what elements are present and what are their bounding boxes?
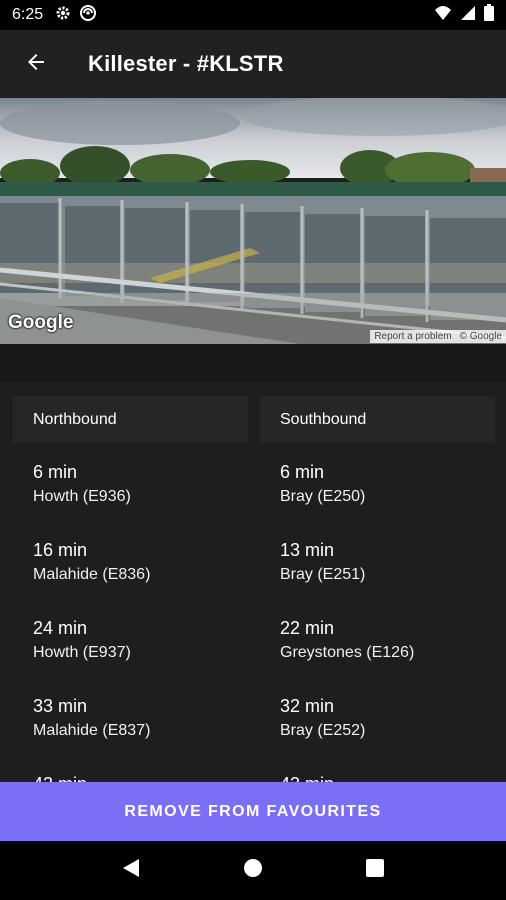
departure-minutes: 16 min [33, 540, 88, 560]
nav-recents-button[interactable] [355, 851, 395, 891]
departure-destination: Howth (E937) [33, 644, 131, 661]
departure-item[interactable]: 6 min Howth (E936) [13, 443, 248, 521]
departure-destination: Bray (E250) [280, 488, 366, 505]
departure-item[interactable]: 13 min Bray (E251) [260, 521, 495, 599]
southbound-header: Southbound [260, 396, 495, 443]
northbound-column: Northbound 6 min Howth (E936) 16 min Mal… [13, 396, 248, 782]
home-circle-icon [243, 858, 263, 883]
app-bar: Killester - #KLSTR [0, 30, 506, 98]
gear-icon [55, 5, 71, 26]
page-title: Killester - #KLSTR [88, 51, 284, 76]
departure-minutes: 33 min [33, 696, 88, 716]
departure-minutes: 24 min [33, 618, 88, 638]
departure-item[interactable]: 24 min Howth (E937) [13, 599, 248, 677]
departure-minutes: 6 min [33, 462, 78, 482]
status-time: 6:25 [12, 6, 44, 23]
departure-item[interactable]: 16 min Malahide (E836) [13, 521, 248, 599]
departures-panel: Northbound 6 min Howth (E936) 16 min Mal… [0, 382, 506, 782]
remove-favourite-button[interactable]: REMOVE FROM FAVOURITES [0, 782, 506, 841]
divider-strip [0, 344, 506, 382]
departure-item[interactable]: 32 min Bray (E252) [260, 677, 495, 755]
status-bar: 6:25 [0, 0, 506, 30]
street-view-image[interactable]: Google Report a problem © Google [0, 98, 506, 344]
system-nav-bar [0, 841, 506, 900]
departure-destination: Bray (E251) [280, 566, 366, 583]
departure-destination: Malahide (E836) [33, 566, 151, 583]
nav-home-button[interactable] [233, 851, 273, 891]
departure-destination: Bray (E252) [280, 722, 366, 739]
departure-minutes: 13 min [280, 540, 335, 560]
battery-icon [484, 4, 494, 26]
recents-square-icon [366, 859, 384, 882]
departure-destination: Howth (E936) [33, 488, 131, 505]
wifi-icon [434, 5, 452, 26]
northbound-header: Northbound [13, 396, 248, 443]
departure-destination: Malahide (E837) [33, 722, 151, 739]
departure-item[interactable]: 6 min Bray (E250) [260, 443, 495, 521]
back-button[interactable] [8, 36, 64, 92]
departure-item[interactable]: 43 min [260, 755, 495, 782]
southbound-column: Southbound 6 min Bray (E250) 13 min Bray… [260, 396, 495, 782]
back-triangle-icon [122, 858, 140, 883]
departure-minutes: 32 min [280, 696, 335, 716]
departure-minutes: 43 min [280, 773, 495, 782]
sync-icon [79, 4, 97, 27]
report-problem-link[interactable]: Report a problem [374, 331, 451, 342]
signal-icon [460, 5, 476, 26]
arrow-left-icon [24, 50, 48, 79]
street-view-attribution: Report a problem © Google [370, 330, 506, 343]
departure-item[interactable]: 22 min Greystones (E126) [260, 599, 495, 677]
departure-minutes: 22 min [280, 618, 335, 638]
departure-item[interactable]: 43 min [13, 755, 248, 782]
google-logo: Google [8, 312, 74, 333]
copyright-text: © Google [459, 331, 502, 342]
departure-minutes: 6 min [280, 462, 325, 482]
departure-item[interactable]: 33 min Malahide (E837) [13, 677, 248, 755]
street-view-scene [0, 98, 506, 344]
departure-minutes: 43 min [33, 773, 248, 782]
nav-back-button[interactable] [111, 851, 151, 891]
departure-destination: Greystones (E126) [280, 644, 415, 661]
